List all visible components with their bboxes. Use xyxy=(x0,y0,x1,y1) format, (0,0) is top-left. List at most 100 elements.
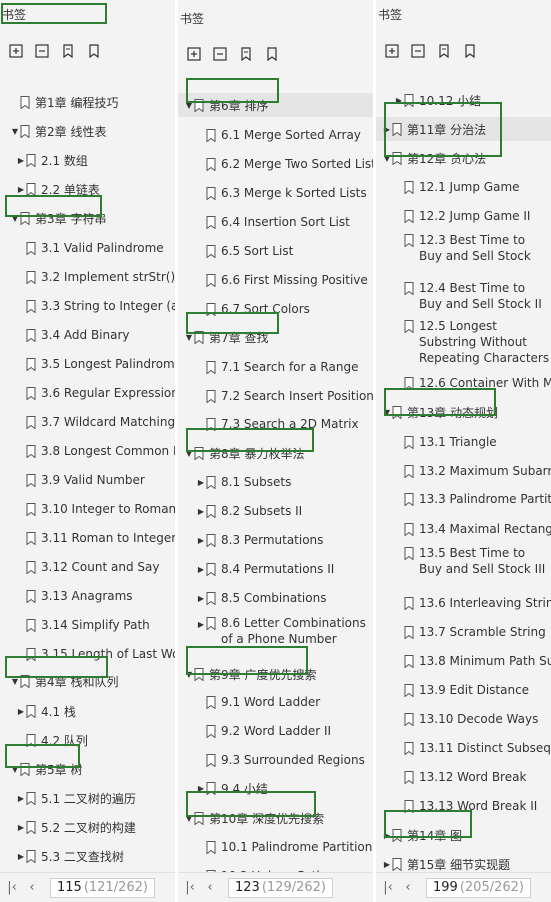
bookmark-item[interactable]: 6.3 Merge k Sorted Lists xyxy=(178,181,373,205)
chapter-item[interactable]: ▼ 第2章 线性表 xyxy=(0,119,175,143)
bookmark-item[interactable]: ▶ 8.6 Letter Combinations of a Phone Numb… xyxy=(178,615,373,647)
first-page-icon[interactable]: |‹ xyxy=(182,880,198,895)
bookmark-item[interactable]: ▶ 8.5 Combinations xyxy=(178,586,373,610)
chapter-item[interactable]: ▶ 第14章 图 xyxy=(376,823,551,847)
first-page-icon[interactable]: |‹ xyxy=(4,880,20,895)
bookmark-item[interactable]: 13.8 Minimum Path Sum xyxy=(376,649,551,673)
expand-arrow-icon[interactable]: ▶ xyxy=(196,536,206,545)
bookmark-item[interactable]: 13.5 Best Time to Buy and Sell Stock III xyxy=(376,545,551,577)
page-number-field[interactable]: 115 (121/262) xyxy=(50,877,155,898)
bookmark-item[interactable]: 7.2 Search Insert Position xyxy=(178,384,373,408)
collapse-arrow-icon[interactable]: ▼ xyxy=(382,408,392,417)
bookmark-item[interactable]: 3.12 Count and Say xyxy=(0,555,175,579)
bookmark-icon[interactable] xyxy=(460,41,480,61)
expand-arrow-icon[interactable]: ▶ xyxy=(196,617,206,633)
collapse-all-icon[interactable] xyxy=(210,44,230,64)
bookmark-item[interactable]: 3.4 Add Binary xyxy=(0,323,175,347)
expand-arrow-icon[interactable]: ▶ xyxy=(196,565,206,574)
bookmark-item[interactable]: ▶ 5.3 二叉查找树 xyxy=(0,844,175,868)
bookmark-icon[interactable] xyxy=(262,44,282,64)
bookmark-item[interactable]: 3.3 String to Integer (atoi) xyxy=(0,294,175,318)
collapse-arrow-icon[interactable]: ▼ xyxy=(184,670,194,679)
bookmark-item[interactable]: 13.13 Word Break II xyxy=(376,794,551,818)
collapse-arrow-icon[interactable]: ▼ xyxy=(10,765,20,774)
prev-page-icon[interactable]: ‹ xyxy=(202,880,218,895)
bookmark-item[interactable]: 3.11 Roman to Integer xyxy=(0,526,175,550)
chapter-item[interactable]: ▼ 第13章 动态规划 xyxy=(376,400,551,424)
expand-arrow-icon[interactable]: ▶ xyxy=(394,96,404,105)
page-number-field[interactable]: 199 (205/262) xyxy=(426,877,531,898)
bookmark-item[interactable]: ▶ 8.3 Permutations xyxy=(178,528,373,552)
chapter-item[interactable]: ▼ 第12章 贪心法 xyxy=(376,146,551,170)
chapter-item[interactable]: ▼ 第7章 查找 xyxy=(178,325,373,349)
bookmark-item[interactable]: ▶ 4.1 栈 xyxy=(0,699,175,723)
bookmark-item[interactable]: 12.5 Longest Substring Without Repeating… xyxy=(376,318,551,366)
bookmark-item[interactable]: 12.1 Jump Game xyxy=(376,175,551,199)
bookmark-item[interactable]: 13.4 Maximal Rectangle xyxy=(376,517,551,541)
prev-page-icon[interactable]: ‹ xyxy=(24,880,40,895)
bookmark-item[interactable]: ▶ 5.1 二叉树的遍历 xyxy=(0,786,175,810)
collapse-arrow-icon[interactable]: ▼ xyxy=(184,333,194,342)
bookmark-add-icon[interactable] xyxy=(434,41,454,61)
bookmark-item[interactable]: 12.6 Container With Most Water xyxy=(376,371,551,395)
bookmark-item[interactable]: 13.6 Interleaving String xyxy=(376,591,551,615)
bookmark-item[interactable]: 6.4 Insertion Sort List xyxy=(178,210,373,234)
collapse-arrow-icon[interactable]: ▼ xyxy=(382,154,392,163)
expand-arrow-icon[interactable]: ▶ xyxy=(196,507,206,516)
chapter-item[interactable]: ▼ 第8章 暴力枚举法 xyxy=(178,441,373,465)
bookmark-item[interactable]: ▶ 8.2 Subsets II xyxy=(178,499,373,523)
chapter-item[interactable]: ▼ 第5章 树 xyxy=(0,757,175,781)
collapse-arrow-icon[interactable]: ▼ xyxy=(184,449,194,458)
collapse-arrow-icon[interactable]: ▼ xyxy=(184,101,194,110)
bookmark-item[interactable]: 6.2 Merge Two Sorted Lists xyxy=(178,152,373,176)
expand-arrow-icon[interactable]: ▶ xyxy=(16,185,26,194)
bookmark-item[interactable]: 6.5 Sort List xyxy=(178,239,373,263)
expand-all-icon[interactable] xyxy=(382,41,402,61)
bookmark-item[interactable]: 9.2 Word Ladder II xyxy=(178,719,373,743)
bookmark-item[interactable]: 3.13 Anagrams xyxy=(0,584,175,608)
bookmark-item[interactable]: 9.1 Word Ladder xyxy=(178,690,373,714)
bookmark-item[interactable]: 13.1 Triangle xyxy=(376,430,551,454)
collapse-all-icon[interactable] xyxy=(32,41,52,61)
expand-arrow-icon[interactable]: ▶ xyxy=(16,823,26,832)
bookmark-item[interactable]: 13.11 Distinct Subsequences xyxy=(376,736,551,760)
bookmark-item[interactable]: 7.3 Search a 2D Matrix xyxy=(178,412,373,436)
bookmark-item[interactable]: ▶ 9.4 小结 xyxy=(178,776,373,800)
chapter-item[interactable]: ▼ 第9章 广度优先搜索 xyxy=(178,662,373,686)
bookmark-item[interactable]: 3.8 Longest Common Pref xyxy=(0,439,175,463)
collapse-arrow-icon[interactable]: ▼ xyxy=(10,127,20,136)
bookmark-item[interactable]: 13.7 Scramble String xyxy=(376,620,551,644)
bookmark-item[interactable]: 6.7 Sort Colors xyxy=(178,297,373,321)
chapter-item[interactable]: ▼ 第4章 栈和队列 xyxy=(0,669,175,693)
chapter-item[interactable]: ▼ 第3章 字符串 xyxy=(0,206,175,230)
chapter-item[interactable]: ▼ 第10章 深度优先搜索 xyxy=(178,806,373,830)
collapse-arrow-icon[interactable]: ▼ xyxy=(10,214,20,223)
expand-arrow-icon[interactable]: ▶ xyxy=(16,852,26,861)
bookmark-item[interactable]: 3.7 Wildcard Matching xyxy=(0,410,175,434)
bookmark-item[interactable]: 3.14 Simplify Path xyxy=(0,613,175,637)
expand-arrow-icon[interactable]: ▶ xyxy=(196,478,206,487)
bookmark-item[interactable]: 3.5 Longest Palindromic S xyxy=(0,352,175,376)
bookmark-item[interactable]: 3.6 Regular Expression Ma xyxy=(0,381,175,405)
expand-all-icon[interactable] xyxy=(6,41,26,61)
collapse-all-icon[interactable] xyxy=(408,41,428,61)
bookmark-item[interactable]: 13.3 Palindrome Partitioning II xyxy=(376,487,551,511)
expand-all-icon[interactable] xyxy=(184,44,204,64)
chapter-item[interactable]: ▶ 第11章 分治法 xyxy=(376,117,551,141)
expand-arrow-icon[interactable]: ▶ xyxy=(382,860,392,869)
bookmark-add-icon[interactable] xyxy=(236,44,256,64)
expand-arrow-icon[interactable]: ▶ xyxy=(16,794,26,803)
page-number-field[interactable]: 123 (129/262) xyxy=(228,877,333,898)
bookmark-item[interactable]: 10.1 Palindrome Partitioning xyxy=(178,835,373,859)
chapter-item[interactable]: 第1章 编程技巧 xyxy=(0,90,175,114)
bookmark-item[interactable]: 9.3 Surrounded Regions xyxy=(178,748,373,772)
bookmark-item[interactable]: ▶ 2.1 数组 xyxy=(0,148,175,172)
bookmark-item[interactable]: 3.10 Integer to Roman xyxy=(0,497,175,521)
expand-arrow-icon[interactable]: ▶ xyxy=(16,156,26,165)
bookmark-item[interactable]: 13.9 Edit Distance xyxy=(376,678,551,702)
bookmark-icon[interactable] xyxy=(84,41,104,61)
expand-arrow-icon[interactable]: ▶ xyxy=(382,125,392,134)
bookmark-item[interactable]: 13.10 Decode Ways xyxy=(376,707,551,731)
bookmark-item[interactable]: 4.2 队列 xyxy=(0,728,175,752)
bookmark-item[interactable]: ▶ 10.12 小结 xyxy=(376,88,551,112)
